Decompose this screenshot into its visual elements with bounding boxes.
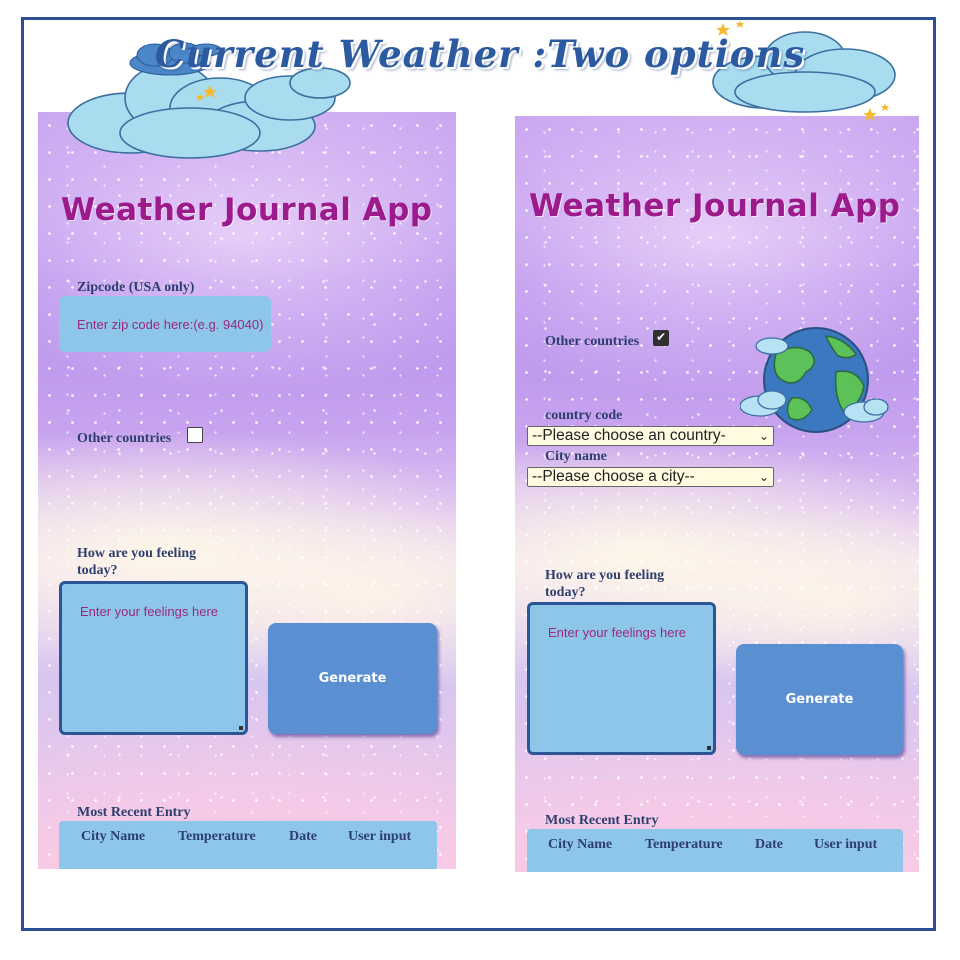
feelings-placeholder: Enter your feelings here <box>80 604 219 619</box>
app-screenshot-zipcode-option: Weather Journal App Zipcode (USA only) E… <box>38 112 456 869</box>
app-screenshot-other-countries-option: Weather Journal App Other countries ✔ co… <box>515 116 919 872</box>
generate-button[interactable]: Generate <box>736 644 903 755</box>
other-countries-checkbox[interactable] <box>187 427 203 443</box>
column-city-name: City Name <box>81 829 146 844</box>
starry-background <box>515 116 919 872</box>
most-recent-entry-label: Most Recent Entry <box>545 813 659 828</box>
other-countries-label: Other countries <box>77 431 172 446</box>
column-temperature: Temperature <box>178 829 256 844</box>
chevron-down-icon: ⌄ <box>758 429 769 443</box>
column-city-name: City Name <box>548 837 613 852</box>
recent-entry-table: City Name Temperature Date User input <box>59 821 437 869</box>
zipcode-label: Zipcode (USA only) <box>77 280 195 295</box>
country-select-value: --Please choose an country- <box>532 427 726 444</box>
zipcode-input[interactable]: Enter zip code here:(e.g. 94040) <box>59 296 271 352</box>
city-name-label: City name <box>545 449 607 464</box>
app-title: Weather Journal App <box>529 188 901 224</box>
globe-icon <box>740 327 889 433</box>
resize-handle-icon[interactable] <box>239 726 243 730</box>
recent-entry-table: City Name Temperature Date User input <box>527 829 903 872</box>
feeling-label: How are you feeling today? <box>545 568 665 600</box>
column-date: Date <box>755 837 783 852</box>
country-select[interactable]: --Please choose an country- ⌄ <box>527 426 774 446</box>
other-countries-label: Other countries <box>545 334 640 349</box>
column-date: Date <box>289 829 317 844</box>
feelings-placeholder: Enter your feelings here <box>548 625 687 640</box>
generate-button[interactable]: Generate <box>268 623 437 734</box>
chevron-down-icon: ⌄ <box>758 470 769 484</box>
country-code-label: country code <box>545 408 623 423</box>
city-select[interactable]: --Please choose a city-- ⌄ <box>527 467 774 487</box>
resize-handle-icon[interactable] <box>707 746 711 750</box>
feeling-label: How are you feeling today? <box>77 546 197 578</box>
most-recent-entry-label: Most Recent Entry <box>77 805 191 820</box>
column-user-input: User input <box>814 837 878 852</box>
column-temperature: Temperature <box>645 837 723 852</box>
other-countries-checkbox[interactable]: ✔ <box>653 330 669 346</box>
page-title: Current Weather :Two options <box>154 32 806 76</box>
feelings-textarea[interactable]: Enter your feelings here <box>59 581 248 735</box>
column-user-input: User input <box>348 829 412 844</box>
app-title: Weather Journal App <box>61 192 433 228</box>
city-select-value: --Please choose a city-- <box>532 468 695 485</box>
feelings-textarea[interactable]: Enter your feelings here <box>527 602 716 755</box>
